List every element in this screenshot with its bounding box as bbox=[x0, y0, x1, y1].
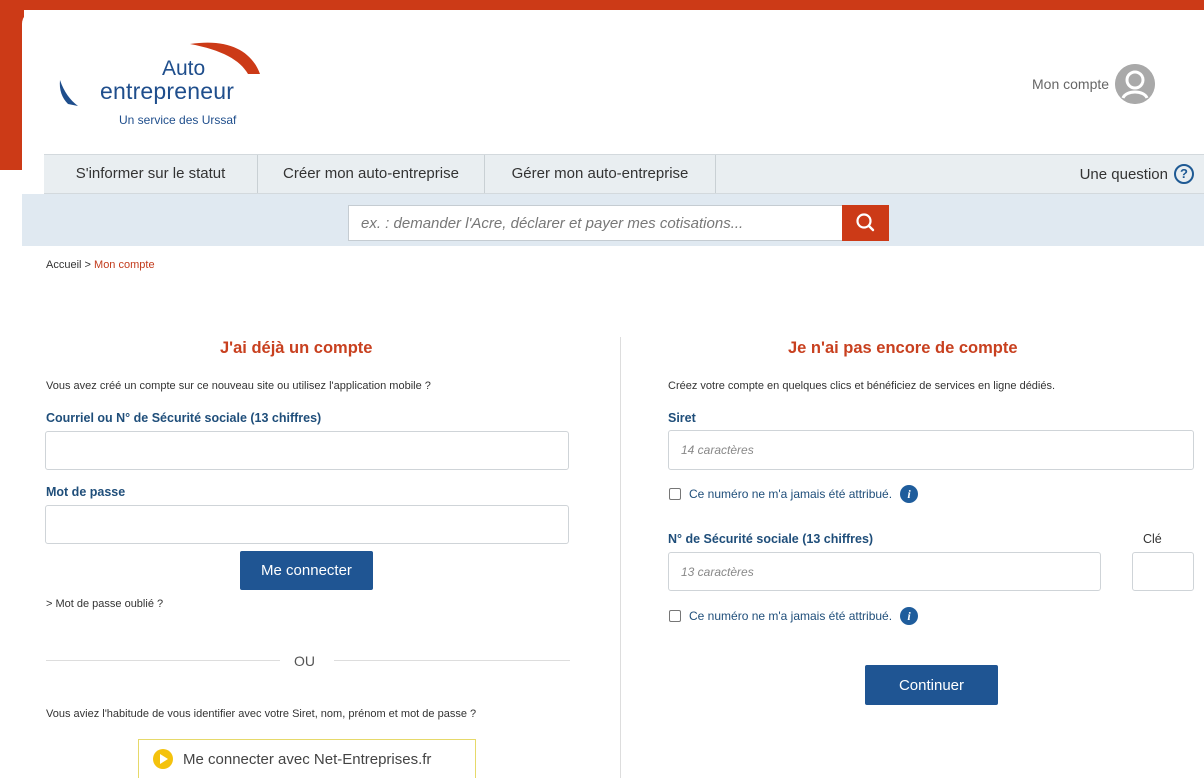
siret-not-assigned-label: Ce numéro ne m'a jamais été attribué. bbox=[689, 487, 893, 501]
top-accent-bar bbox=[0, 0, 1204, 10]
play-icon bbox=[153, 749, 173, 769]
nss-field[interactable] bbox=[668, 552, 1101, 591]
password-field[interactable] bbox=[45, 505, 569, 544]
forgot-password-link[interactable]: > Mot de passe oublié ? bbox=[46, 598, 163, 610]
signup-intro: Créez votre compte en quelques clics et … bbox=[668, 380, 1056, 392]
legacy-login-text: Vous aviez l'habitude de vous identifier… bbox=[46, 708, 477, 720]
info-icon[interactable]: i bbox=[900, 485, 919, 503]
nav-item-gerer[interactable]: Gérer mon auto-entreprise bbox=[485, 155, 716, 193]
key-label: Clé bbox=[1143, 532, 1162, 546]
netentreprises-button[interactable]: Me connecter avec Net-Entreprises.fr bbox=[138, 739, 476, 778]
email-label: Courriel ou N° de Sécurité sociale (13 c… bbox=[46, 411, 322, 425]
nav-item-informer[interactable]: S'informer sur le statut bbox=[44, 155, 258, 193]
search-input[interactable] bbox=[348, 205, 842, 241]
account-label: Mon compte bbox=[1032, 76, 1110, 92]
info-icon[interactable]: i bbox=[900, 607, 919, 625]
or-divider-left bbox=[46, 660, 280, 661]
nss-not-assigned-label: Ce numéro ne m'a jamais été attribué. bbox=[689, 609, 893, 623]
breadcrumb-separator: > bbox=[84, 259, 91, 271]
nss-key-field[interactable] bbox=[1132, 552, 1194, 591]
login-title: J'ai déjà un compte bbox=[220, 339, 373, 357]
search-icon bbox=[856, 213, 875, 232]
login-button[interactable]: Me connecter bbox=[240, 551, 373, 590]
siret-field[interactable] bbox=[668, 430, 1194, 470]
siret-not-assigned-row[interactable]: Ce numéro ne m'a jamais été attribué. i bbox=[669, 485, 919, 503]
siret-label: Siret bbox=[668, 411, 696, 425]
nav-question-label: Une question bbox=[1079, 165, 1168, 183]
side-accent-bar bbox=[0, 0, 24, 170]
site-logo[interactable]: Auto entrepreneur Un service des Urssaf bbox=[40, 30, 280, 140]
password-label: Mot de passe bbox=[46, 485, 126, 499]
or-separator: OU bbox=[294, 653, 315, 669]
nss-label: N° de Sécurité sociale (13 chiffres) bbox=[668, 532, 874, 546]
signup-title: Je n'ai pas encore de compte bbox=[788, 339, 1018, 357]
siret-not-assigned-checkbox[interactable] bbox=[669, 488, 681, 500]
main-nav: S'informer sur le statut Créer mon auto-… bbox=[44, 154, 1204, 194]
email-field[interactable] bbox=[45, 431, 569, 470]
continue-button[interactable]: Continuer bbox=[865, 665, 998, 705]
logo-text-entrepreneur: entrepreneur bbox=[100, 78, 235, 104]
breadcrumb-home[interactable]: Accueil bbox=[46, 259, 81, 271]
column-divider bbox=[620, 337, 621, 778]
netentreprises-label: Me connecter avec Net-Entreprises.fr bbox=[183, 750, 432, 768]
nav-item-creer[interactable]: Créer mon auto-entreprise bbox=[258, 155, 485, 193]
breadcrumb-current: Mon compte bbox=[94, 259, 155, 271]
user-avatar-icon bbox=[1115, 64, 1156, 104]
help-icon: ? bbox=[1174, 164, 1194, 184]
logo-tagline: Un service des Urssaf bbox=[119, 113, 237, 127]
breadcrumb: Accueil > Mon compte bbox=[46, 259, 155, 271]
nav-question-link[interactable]: Une question ? bbox=[1080, 164, 1194, 184]
nss-not-assigned-checkbox[interactable] bbox=[669, 610, 681, 622]
account-link[interactable]: Mon compte bbox=[1032, 64, 1156, 104]
or-divider-right bbox=[334, 660, 570, 661]
search-button[interactable] bbox=[842, 205, 889, 241]
login-intro: Vous avez créé un compte sur ce nouveau … bbox=[46, 380, 431, 392]
nss-not-assigned-row[interactable]: Ce numéro ne m'a jamais été attribué. i bbox=[669, 607, 919, 625]
